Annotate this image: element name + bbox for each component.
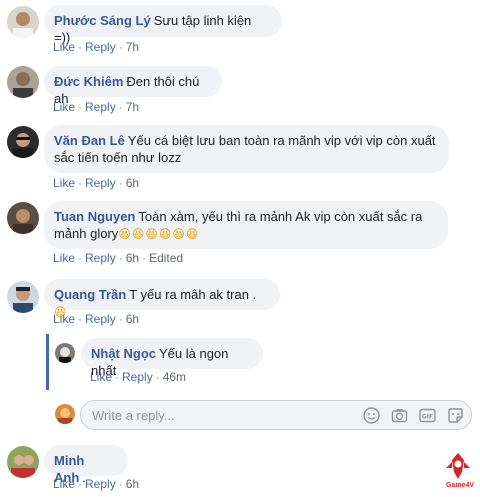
comment-actions: Like · Reply · 6h · Edited [53, 251, 184, 265]
avatar[interactable] [7, 66, 39, 98]
game4v-logo: Game4V [440, 450, 476, 494]
reply-link[interactable]: Reply [85, 477, 116, 491]
comment-text: Yếu cá biệt lưu ban toàn ra mãnh vip với… [127, 133, 436, 148]
reply-link[interactable]: Reply [85, 176, 116, 190]
comment-bubble: Quang Trần T yếu ra mâh ak tran .😆 [44, 279, 280, 319]
comment-actions: Like · Reply · 6h [53, 477, 140, 491]
comment-time[interactable]: 6h [126, 477, 139, 491]
like-link[interactable]: Like [53, 251, 75, 265]
reply-link[interactable]: Reply [122, 370, 153, 384]
like-link[interactable]: Like [90, 370, 112, 384]
comment-text: Toàn xàm, yếu thì ra mảnh Ak vip còn xuấ… [138, 209, 423, 224]
watermark-text: Game4V [445, 482, 475, 489]
comment-bubble: Tuan Nguyen Toàn xàm, yếu thì ra mảnh Ak … [44, 201, 448, 249]
reply-thread-line [46, 334, 49, 390]
camera-icon[interactable] [391, 407, 408, 424]
comment-actions: Like · Reply · 7h [53, 100, 140, 114]
edited-label[interactable]: Edited [149, 251, 183, 265]
like-link[interactable]: Like [53, 176, 75, 190]
reply-input[interactable]: Write a reply... GIF [80, 400, 472, 430]
comment-actions: Like · Reply · 6h [53, 312, 140, 326]
avatar[interactable] [7, 446, 39, 478]
reply-link[interactable]: Reply [85, 100, 116, 114]
avatar[interactable] [7, 202, 39, 234]
comment-bubble: Minh Anh. [44, 445, 128, 485]
comment-time[interactable]: 7h [126, 100, 139, 114]
comment-actions: Like · Reply · 7h [53, 40, 140, 54]
avatar[interactable] [7, 281, 39, 313]
like-link[interactable]: Like [53, 100, 75, 114]
comment-author[interactable]: Văn Đan Lê [54, 133, 125, 148]
comment-time[interactable]: 6h [126, 312, 139, 326]
avatar[interactable] [7, 126, 39, 158]
reply-link[interactable]: Reply [85, 312, 116, 326]
comment-time[interactable]: 6h [126, 176, 139, 190]
sticker-icon[interactable] [447, 407, 464, 424]
comment-time[interactable]: 6h [126, 251, 139, 265]
reply-link[interactable]: Reply [85, 40, 116, 54]
like-link[interactable]: Like [53, 40, 75, 54]
comment-bubble: Nhật Ngọc Yếu là ngon nhất [81, 338, 263, 378]
comment-bubble: Đức Khiêm Đen thôi chú ah [44, 66, 222, 106]
laughing-emoji-icon: 😆😆😆😆😆😆 [118, 227, 200, 241]
gif-icon[interactable]: GIF [419, 407, 436, 424]
svg-text:GIF: GIF [422, 414, 433, 421]
reply-placeholder: Write a reply... [92, 408, 175, 423]
comment-bubble: Phước Sáng Lý Sưu tập linh kiện =)) [44, 5, 282, 45]
comment-actions: Like · Reply · 46m [90, 370, 187, 384]
comment-author[interactable]: Quang Trần [54, 287, 126, 302]
reply-link[interactable]: Reply [85, 251, 116, 265]
comment-time[interactable]: 7h [126, 40, 139, 54]
avatar[interactable] [55, 343, 75, 363]
comment-time[interactable]: 46m [163, 370, 186, 384]
smiley-icon[interactable] [363, 407, 380, 424]
like-link[interactable]: Like [53, 312, 75, 326]
comment-author[interactable]: Tuan Nguyen [54, 209, 135, 224]
comment-actions: Like · Reply · 6h [53, 176, 140, 190]
comment-text-line2: mảnh glory [54, 226, 119, 241]
comment-author[interactable]: Phước Sáng Lý [54, 13, 151, 28]
like-link[interactable]: Like [53, 477, 75, 491]
comment-bubble: Văn Đan Lê Yếu cá biệt lưu ban toàn ra mã… [44, 125, 449, 173]
avatar[interactable] [7, 6, 39, 38]
comment-author[interactable]: Đức Khiêm [54, 74, 123, 89]
comment-text: T yếu ra mâh ak tran . [129, 287, 257, 302]
comment-text-line2: sắc tiến toến như lozz [54, 150, 182, 165]
current-user-avatar[interactable] [55, 404, 75, 424]
comment-author[interactable]: Nhật Ngọc [91, 346, 156, 361]
